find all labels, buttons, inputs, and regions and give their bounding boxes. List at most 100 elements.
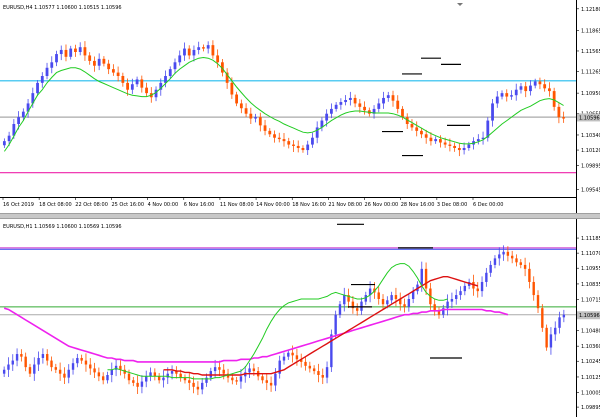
h1-candle-body <box>188 380 191 383</box>
h4-candle-body <box>306 144 310 151</box>
h4-candle-body <box>206 45 210 49</box>
h1-candle-body <box>282 356 286 361</box>
h1-candle-body <box>136 382 139 387</box>
h4-xtick-label: 3 Dec 08:00 <box>437 202 467 208</box>
h1-candle-body <box>562 314 566 318</box>
h1-candle-body <box>463 285 467 292</box>
h4-candle-body <box>202 47 205 49</box>
h1-candle-body <box>343 295 346 305</box>
h1-candle-body <box>170 371 174 374</box>
h4-candle-body <box>434 139 438 142</box>
h1-candle-body <box>54 367 58 370</box>
h4-candle-body <box>2 141 6 146</box>
h4-candle-body <box>396 100 400 109</box>
h4-candle-body <box>339 102 343 105</box>
h1-candle-body <box>269 382 273 386</box>
h4-candle-body <box>97 58 101 66</box>
h4-ytick-label: 1.10340 <box>581 133 600 139</box>
h4-candle-body <box>439 139 442 143</box>
h4-candle-body <box>524 86 528 92</box>
h1-candle-body <box>110 369 113 375</box>
h1-candle-body <box>476 288 479 292</box>
h1-candle-body <box>403 304 406 307</box>
h4-candle-body <box>74 48 77 52</box>
h4-candle-body <box>50 62 54 68</box>
h4-candle-body <box>410 124 414 128</box>
h4-candle-body <box>64 49 68 57</box>
h4-candle-body <box>301 148 305 151</box>
h1-candle-body <box>394 295 398 299</box>
h1-candle-body <box>132 380 135 383</box>
h1-candle-body <box>37 357 40 365</box>
h4-candle-body <box>7 135 11 142</box>
h4-candle-body <box>462 148 466 151</box>
h4-candle-body <box>78 47 82 52</box>
h1-candle-body <box>24 356 27 368</box>
h4-xtick-label: 11 Nov 08:00 <box>220 202 254 208</box>
h1-candle-body <box>420 268 423 285</box>
h1-candle-body <box>536 295 540 309</box>
h1-candle-body <box>196 386 200 390</box>
h1-candle-body <box>459 291 462 296</box>
h1-candle-body <box>33 364 36 374</box>
h1-candle-body <box>549 334 553 348</box>
h4-xtick-label: 21 Nov 08:00 <box>328 202 362 208</box>
h1-ytick-label: 1.10715 <box>581 298 600 304</box>
h4-candle-body <box>249 113 253 119</box>
h1-candle-body <box>200 382 204 390</box>
h4-candle-body <box>178 55 182 63</box>
h4-candle-body <box>239 103 243 109</box>
h1-candle-body <box>248 368 251 373</box>
h4-candle-body <box>211 45 215 56</box>
h4-candle-body <box>505 93 509 97</box>
h1-candle-body <box>179 373 182 378</box>
h1-candle-body <box>239 376 243 382</box>
h1-candle-body <box>63 373 66 378</box>
h1-candle-body <box>510 255 514 259</box>
h1-candle-body <box>545 327 548 348</box>
h1-candle-body <box>46 354 49 361</box>
h4-candle-body <box>235 94 239 104</box>
h4-candle-body <box>533 81 537 86</box>
h4-candle-body <box>358 103 362 107</box>
h4-candle-body <box>187 48 191 56</box>
h1-candle-body <box>532 281 535 296</box>
h4-candle-body <box>457 148 461 151</box>
h4-candle-body <box>401 108 404 118</box>
h1-candle-body <box>265 380 268 383</box>
panel-h4[interactable]: EURUSD,H4 1.10577 1.10600 1.10515 1.1059… <box>0 0 600 213</box>
h4-candle-body <box>429 137 433 142</box>
h1-chart-svg[interactable]: EURUSD,H1 1.10569 1.10600 1.10569 1.1059… <box>0 219 600 417</box>
h1-candle-body <box>381 299 385 305</box>
h1-candle-body <box>287 352 290 357</box>
h4-candle-body <box>552 91 556 107</box>
h1-candle-body <box>93 368 96 373</box>
h1-candle-body <box>493 258 497 265</box>
h1-candle-body <box>360 301 363 311</box>
h4-candle-body <box>145 87 148 94</box>
h4-candle-body <box>543 84 547 89</box>
panel-h1[interactable]: EURUSD,H1 1.10569 1.10600 1.10569 1.1059… <box>0 219 600 417</box>
h4-candle-body <box>102 58 106 64</box>
h4-candle-body <box>45 67 49 76</box>
h4-chart-svg[interactable]: EURUSD,H4 1.10577 1.10600 1.10515 1.1059… <box>0 0 600 213</box>
h1-candle-body <box>11 360 14 365</box>
h4-candle-body <box>36 82 39 94</box>
h1-ytick-label: 1.11185 <box>581 236 600 242</box>
h4-candle-body <box>491 103 494 121</box>
h1-candle-body <box>541 308 544 328</box>
h1-price-label: 1.10596 <box>579 313 600 319</box>
h1-candle-body <box>325 367 329 378</box>
h1-candle-body <box>274 373 277 386</box>
h1-price-axis: 1.11185 1.11070 1.10955 1.10835 1.10715 1.105… <box>576 236 600 411</box>
h1-candle-body <box>304 361 307 366</box>
h4-candle-body <box>116 72 120 76</box>
h4-candle-body <box>83 47 87 56</box>
h1-candle-body <box>334 314 337 335</box>
h4-candle-body <box>443 142 447 145</box>
h4-candle-body <box>282 139 286 142</box>
h1-candle-body <box>71 363 75 370</box>
h4-candle-body <box>415 127 419 131</box>
h1-ytick-label: 1.10360 <box>581 344 600 350</box>
h4-candle-body <box>216 55 220 63</box>
